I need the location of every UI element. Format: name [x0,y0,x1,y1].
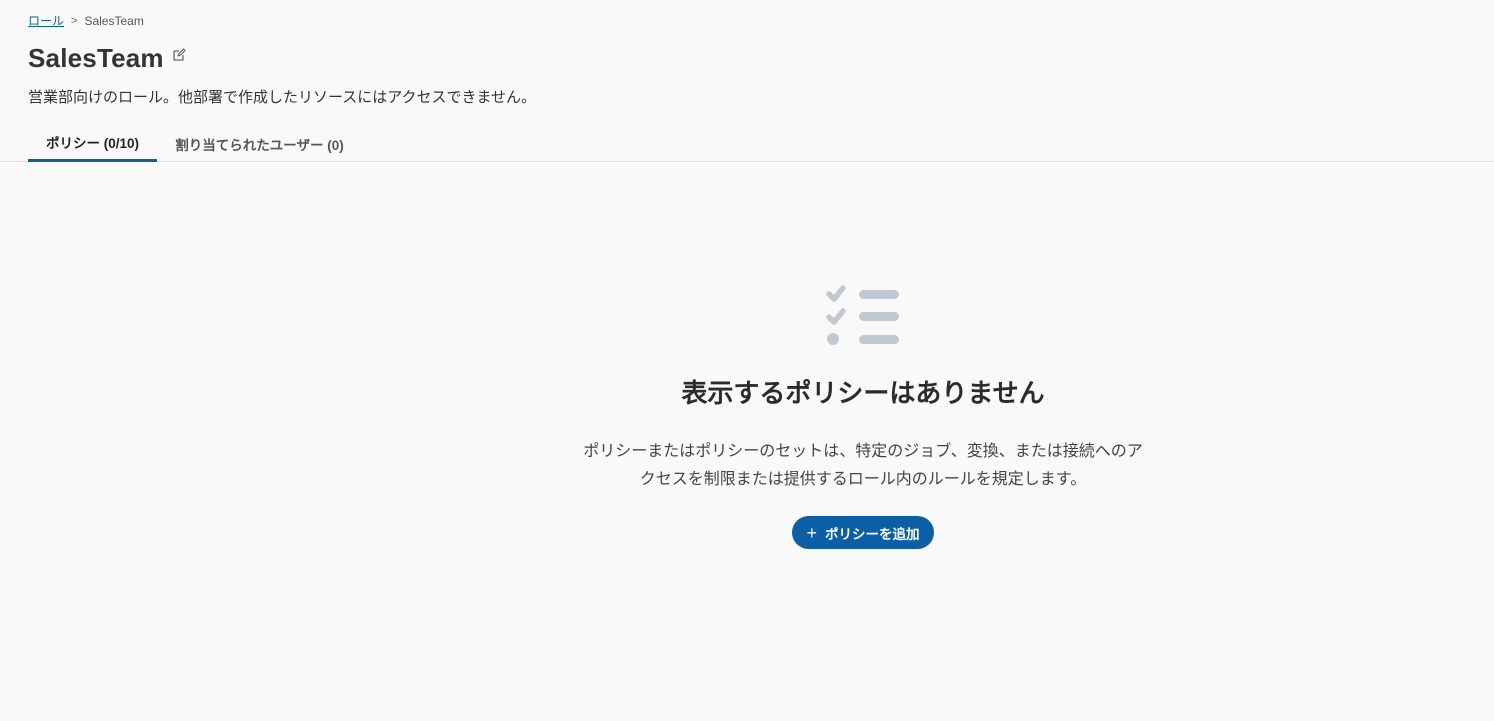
plus-icon: + [806,522,817,543]
edit-icon[interactable] [172,47,186,62]
breadcrumb: ロール > SalesTeam [28,12,144,29]
breadcrumb-link-roles[interactable]: ロール [28,12,64,29]
role-detail-page: ロール > SalesTeam SalesTeam 営業部向けのロール。他部署で… [0,0,1494,721]
checklist-icon [825,285,901,347]
tab-policies[interactable]: ポリシー (0/10) [28,125,157,162]
title-row: SalesTeam [28,43,186,74]
empty-state-description: ポリシーまたはポリシーのセットは、特定のジョブ、変換、または接続へのアクセスを制… [583,443,1143,488]
add-policy-button[interactable]: + ポリシーを追加 [792,516,934,549]
empty-state-title: 表示するポリシーはありません [681,378,1045,408]
role-description: 営業部向けのロール。他部署で作成したリソースにはアクセスできません。 [28,89,537,106]
tab-assigned-users[interactable]: 割り当てられたユーザー (0) [157,125,362,162]
empty-state: 表示するポリシーはありません ポリシーまたはポリシーのセットは、特定のジョブ、変… [0,285,1494,549]
add-policy-button-label: ポリシーを追加 [825,526,920,542]
breadcrumb-current: SalesTeam [84,13,144,28]
page-title: SalesTeam [28,43,164,73]
breadcrumb-separator: > [71,14,78,27]
tab-bar: ポリシー (0/10) 割り当てられたユーザー (0) [0,125,1494,162]
